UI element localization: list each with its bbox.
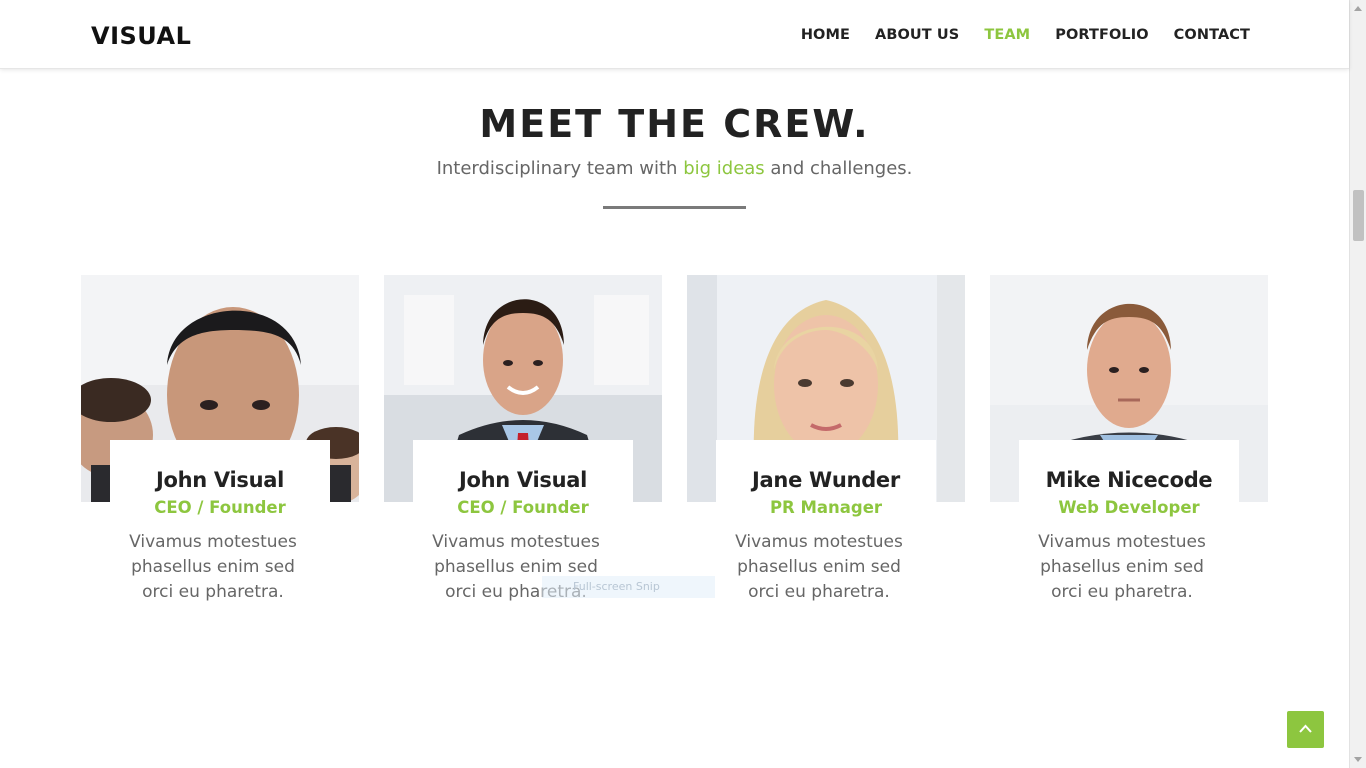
vertical-scrollbar[interactable] bbox=[1349, 0, 1366, 768]
subtitle-text-start: Interdisciplinary team with bbox=[436, 158, 684, 179]
site-logo[interactable]: VISUAL bbox=[91, 22, 191, 50]
nav-portfolio[interactable]: PORTFOLIO bbox=[1055, 25, 1148, 45]
back-to-top-button[interactable] bbox=[1287, 711, 1324, 748]
page: VISUAL HOME ABOUT US TEAM PORTFOLIO CONT… bbox=[0, 0, 1366, 768]
team-card: Jane Wunder PR Manager Vivamus motestues… bbox=[687, 275, 965, 615]
nav-team[interactable]: TEAM bbox=[984, 25, 1030, 45]
chevron-up-icon bbox=[1299, 724, 1312, 733]
member-name: Mike Nicecode bbox=[1045, 468, 1213, 492]
subtitle-text-end: and challenges. bbox=[764, 158, 913, 179]
main-nav: HOME ABOUT US TEAM PORTFOLIO CONTACT bbox=[801, 25, 1250, 45]
scroll-thumb[interactable] bbox=[1353, 190, 1364, 241]
member-name: John Visual bbox=[458, 468, 588, 492]
nav-home[interactable]: HOME bbox=[801, 25, 850, 45]
section-subtitle: Interdisciplinary team with big ideas an… bbox=[0, 157, 1349, 181]
member-role: Web Developer bbox=[1058, 498, 1200, 517]
member-role: CEO / Founder bbox=[457, 498, 589, 517]
site-header: VISUAL HOME ABOUT US TEAM PORTFOLIO CONT… bbox=[0, 0, 1349, 69]
member-bio: Vivamus motestues phasellus enim sed orc… bbox=[1038, 532, 1206, 602]
nav-contact[interactable]: CONTACT bbox=[1174, 25, 1250, 45]
member-bio: Vivamus motestues phasellus enim sed orc… bbox=[129, 532, 297, 602]
scroll-down-icon[interactable] bbox=[1354, 757, 1362, 762]
team-card: Mike Nicecode Web Developer Vivamus mote… bbox=[990, 275, 1268, 615]
team-card: John Visual CEO / Founder Vivamus motest… bbox=[81, 275, 359, 615]
member-name: John Visual bbox=[155, 468, 285, 492]
section-divider bbox=[603, 206, 746, 209]
member-bio: Vivamus motestues phasellus enim sed orc… bbox=[735, 532, 903, 602]
subtitle-highlight: big ideas bbox=[683, 158, 765, 179]
nav-about-us[interactable]: ABOUT US bbox=[875, 25, 959, 45]
snip-overlay: Full-screen Snip bbox=[542, 576, 715, 598]
member-role: PR Manager bbox=[769, 498, 883, 517]
section-title: MEET THE CREW. bbox=[479, 102, 870, 146]
scroll-up-icon[interactable] bbox=[1354, 6, 1362, 11]
member-role: CEO / Founder bbox=[154, 498, 286, 517]
team-card: John Visual CEO / Founder Vivamus motest… bbox=[384, 275, 662, 615]
member-name: Jane Wunder bbox=[752, 468, 900, 492]
